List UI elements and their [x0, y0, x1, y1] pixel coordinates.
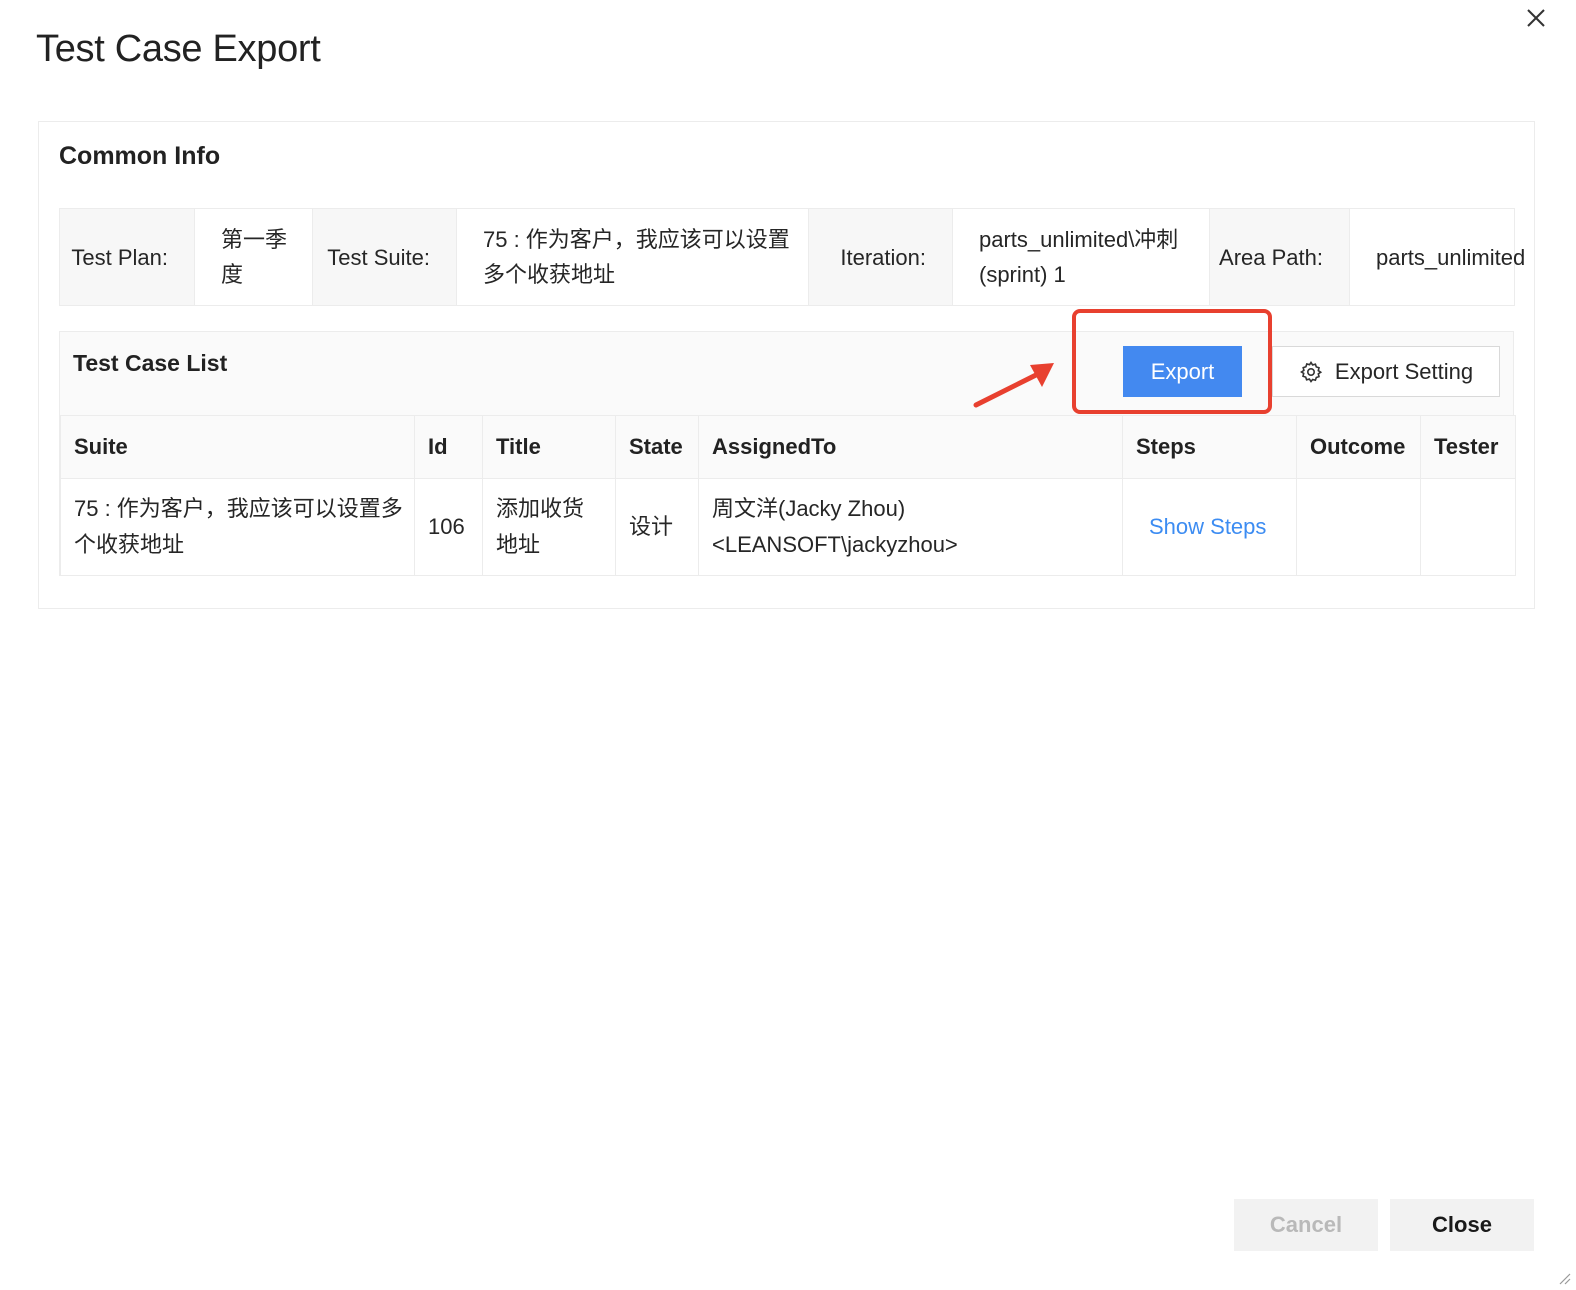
test-case-list-header: Test Case List Export Export Setting: [60, 332, 1513, 415]
area-path-label: Area Path:: [1209, 208, 1350, 306]
test-plan-value: 第一季度: [194, 208, 313, 306]
cell-suite: 75 : 作为客户，我应该可以设置多个收获地址: [60, 478, 415, 576]
test-suite-label: Test Suite:: [312, 208, 457, 306]
test-case-list: Test Case List Export Export Setting Sui…: [59, 331, 1516, 576]
resize-handle-icon[interactable]: [1556, 1270, 1572, 1286]
export-setting-button[interactable]: Export Setting: [1272, 346, 1500, 397]
export-button[interactable]: Export: [1123, 346, 1242, 397]
test-suite-value: 75 : 作为客户，我应该可以设置多个收获地址: [456, 208, 809, 306]
iteration-label: Iteration:: [808, 208, 953, 306]
cell-id: 106: [414, 478, 483, 576]
common-info-title: Common Info: [59, 142, 221, 170]
cell-outcome: [1296, 478, 1421, 576]
iteration-value: parts_unlimited\冲刺(sprint) 1: [952, 208, 1210, 306]
test-case-table: Suite Id Title State AssignedTo Steps Ou…: [60, 415, 1516, 576]
test-case-list-title: Test Case List: [73, 350, 228, 376]
area-path-value: parts_unlimited: [1349, 208, 1525, 306]
cell-state: 设计: [615, 478, 699, 576]
gear-icon: [1299, 360, 1323, 384]
cell-tester: [1420, 478, 1516, 576]
common-info-table: Test Plan: 第一季度 Test Suite: 75 : 作为客户，我应…: [59, 208, 1525, 306]
test-plan-label: Test Plan:: [59, 208, 195, 306]
close-button[interactable]: Close: [1390, 1199, 1534, 1251]
cell-steps: Show Steps: [1122, 478, 1297, 576]
close-icon[interactable]: [1520, 2, 1552, 34]
column-header-steps[interactable]: Steps: [1122, 415, 1297, 479]
column-header-id[interactable]: Id: [414, 415, 483, 479]
column-header-suite[interactable]: Suite: [60, 415, 415, 479]
show-steps-link[interactable]: Show Steps: [1136, 514, 1266, 539]
column-header-state[interactable]: State: [615, 415, 699, 479]
cell-title: 添加收货地址: [482, 478, 616, 576]
column-header-outcome[interactable]: Outcome: [1296, 415, 1421, 479]
column-header-assignedto[interactable]: AssignedTo: [698, 415, 1123, 479]
table-row: 75 : 作为客户，我应该可以设置多个收获地址 106 添加收货地址 设计 周文…: [60, 478, 1516, 576]
annotation-arrow: [973, 363, 1054, 408]
column-header-title[interactable]: Title: [482, 415, 616, 479]
cancel-button[interactable]: Cancel: [1234, 1199, 1378, 1251]
export-setting-label: Export Setting: [1334, 358, 1474, 384]
dialog-title: Test Case Export: [36, 28, 321, 70]
column-header-tester[interactable]: Tester: [1420, 415, 1516, 479]
table-header-row: Suite Id Title State AssignedTo Steps Ou…: [60, 415, 1516, 479]
common-info-panel: Common Info Test Plan: 第一季度 Test Suite: …: [38, 121, 1535, 609]
cell-assigned-to: 周文洋(Jacky Zhou) <LEANSOFT\jackyzhou>: [698, 478, 1123, 576]
